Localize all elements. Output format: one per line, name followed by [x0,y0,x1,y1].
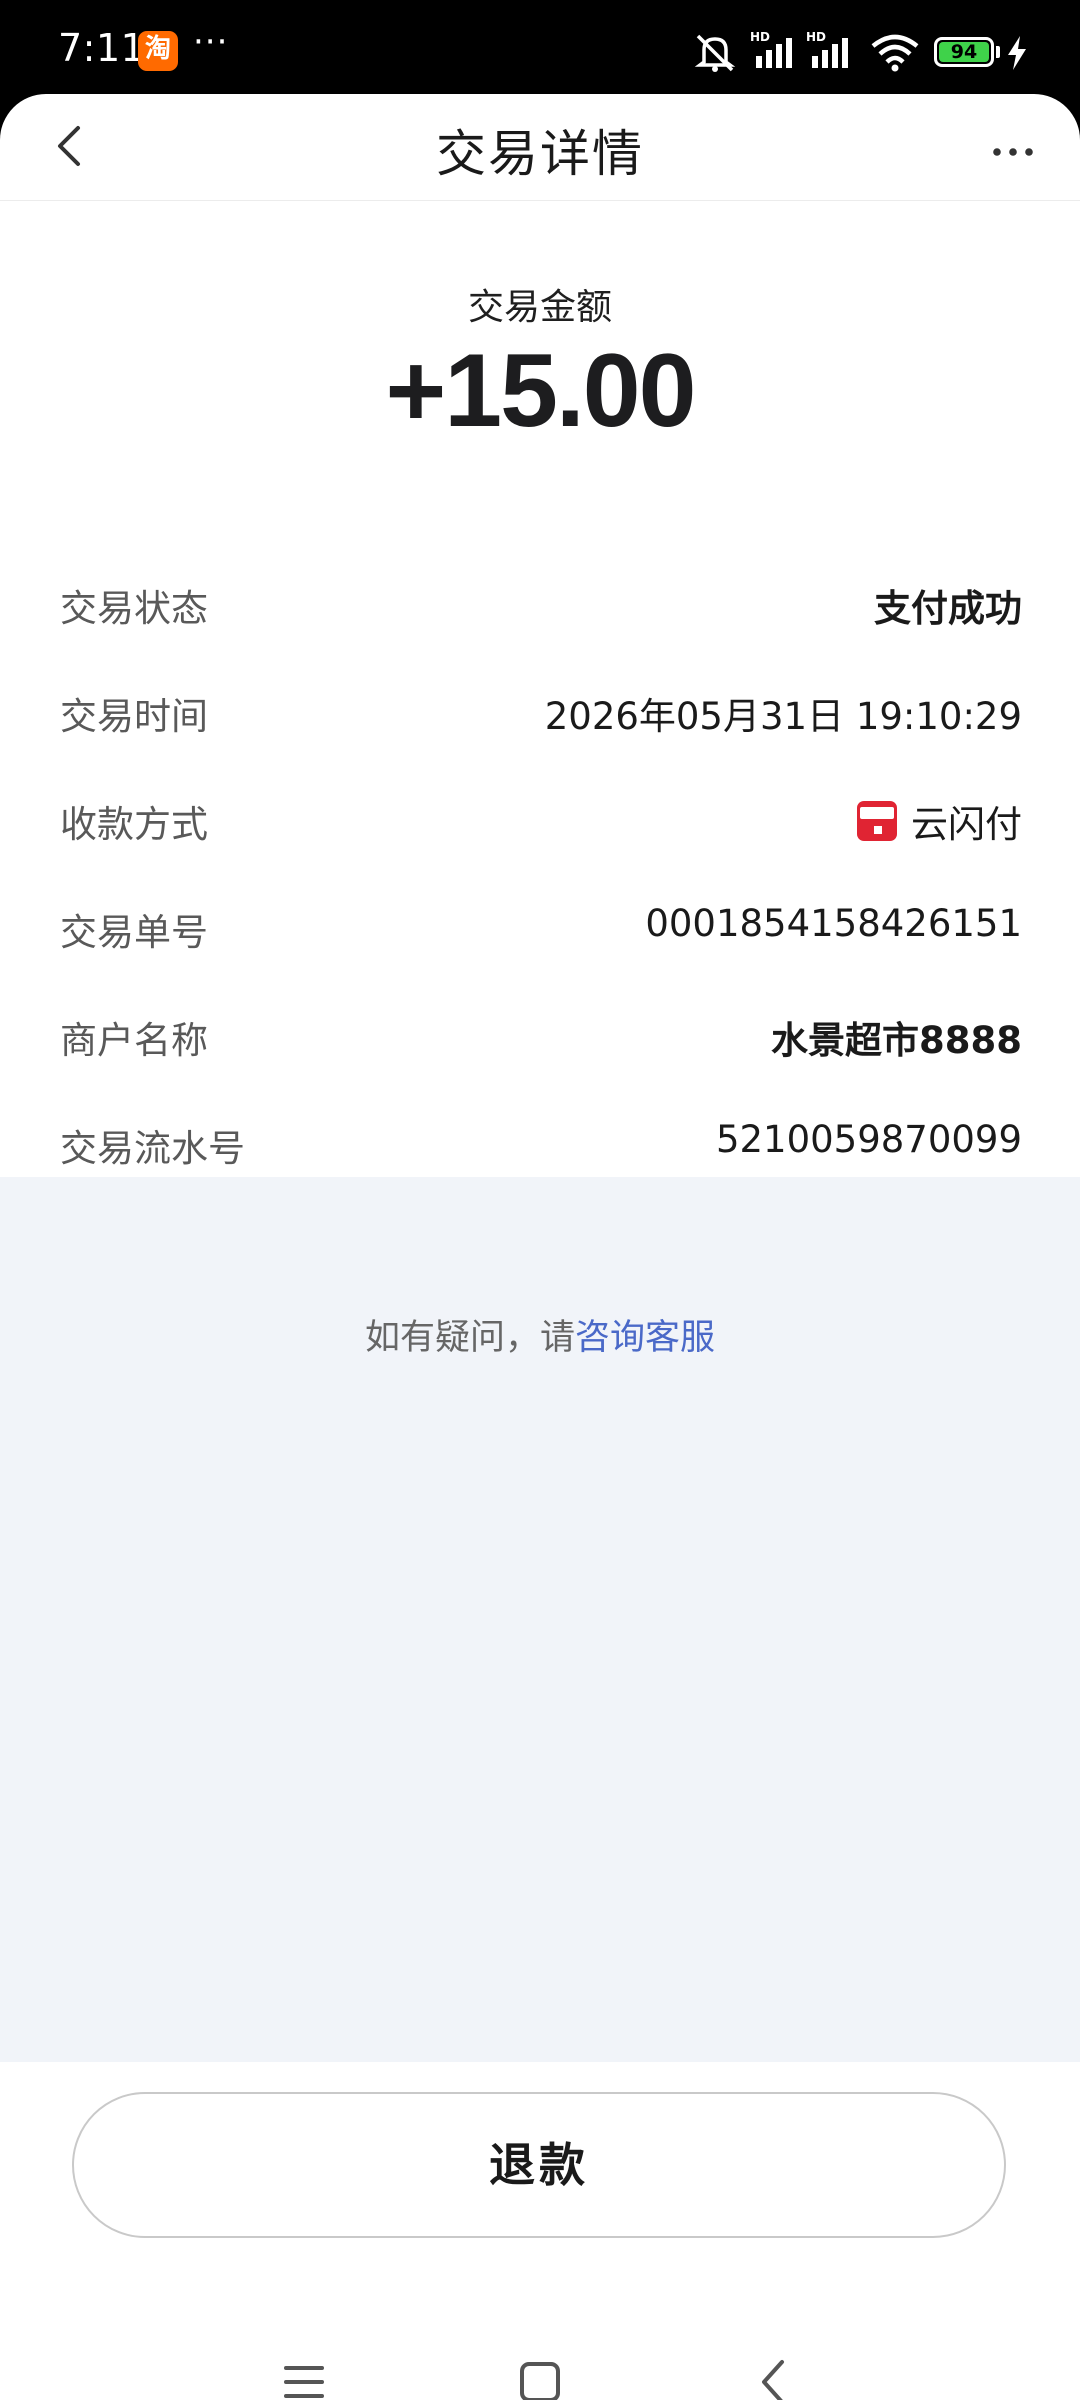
detail-row-time: 交易时间 2026年05月31日 19:10:29 [0,650,1080,758]
page-title: 交易详情 [436,125,644,183]
menu-icon[interactable] [276,2354,332,2400]
detail-row-payment-method: 收款方式 云闪付 [0,758,1080,866]
bell-muted-icon [694,34,736,72]
wifi-icon [871,34,919,72]
transaction-detail-page: 交易详情 交易金额 +15.00 交易状态 支付成功 交易时间 2026年05月… [0,94,1080,2400]
time-value: 2026年05月31日 19:10:29 [544,695,1022,738]
help-section: 如有疑问，请咨询客服 [0,1177,1080,2062]
merchant-label: 商户名称 [60,1019,208,1062]
detail-row-status: 交易状态 支付成功 [0,542,1080,650]
notification-overflow-icon: ··· [193,22,229,62]
amount-label: 交易金额 [467,287,612,328]
svg-text:HD: HD [806,30,826,44]
system-navigation-bar [0,2332,1080,2400]
order-number-value: 0001854158426151 [645,902,1022,945]
payment-method-text: 云闪付 [911,803,1022,846]
nav-bar: 交易详情 [0,94,1080,201]
svg-text:HD: HD [750,30,770,44]
status-time: 7:11 [58,26,146,70]
amount-value: +15.00 [385,333,697,449]
taobao-app-icon: 淘 [138,31,178,71]
home-icon[interactable] [512,2354,568,2400]
payment-method-value: 云闪付 [857,794,1022,848]
order-number-label: 交易单号 [60,911,208,954]
detail-row-serial-number: 交易流水号 5210059870099 [0,1082,1080,1190]
help-text: 如有疑问，请咨询客服 [0,1309,1080,1360]
status-value: 支付成功 [874,587,1022,630]
battery-level: 94 [939,42,989,62]
customer-service-link[interactable]: 咨询客服 [575,1318,715,1358]
hd-signal-icon: HD [806,30,848,68]
status-label: 交易状态 [60,587,208,630]
transaction-details-list: 交易状态 支付成功 交易时间 2026年05月31日 19:10:29 收款方式… [0,542,1080,1190]
serial-number-label: 交易流水号 [60,1127,245,1170]
refund-button[interactable]: 退款 [72,2092,1006,2238]
serial-number-value: 5210059870099 [715,1118,1022,1161]
detail-row-merchant: 商户名称 水景超市8888 [0,974,1080,1082]
more-options-button[interactable] [985,124,1041,180]
status-bar: 7:11 淘 ··· HD HD 94 [0,0,1080,96]
battery-icon: 94 [934,37,994,67]
unionpay-icon [857,801,897,841]
payment-method-label: 收款方式 [60,803,208,846]
charging-icon [1008,36,1026,70]
hd-signal-icon: HD [750,30,792,68]
merchant-value: 水景超市8888 [771,1019,1022,1062]
help-prefix: 如有疑问，请 [364,1318,575,1358]
detail-row-order-number: 交易单号 0001854158426151 [0,866,1080,974]
time-label: 交易时间 [60,695,208,738]
back-icon[interactable] [746,2354,802,2400]
battery-cap [996,46,1000,58]
